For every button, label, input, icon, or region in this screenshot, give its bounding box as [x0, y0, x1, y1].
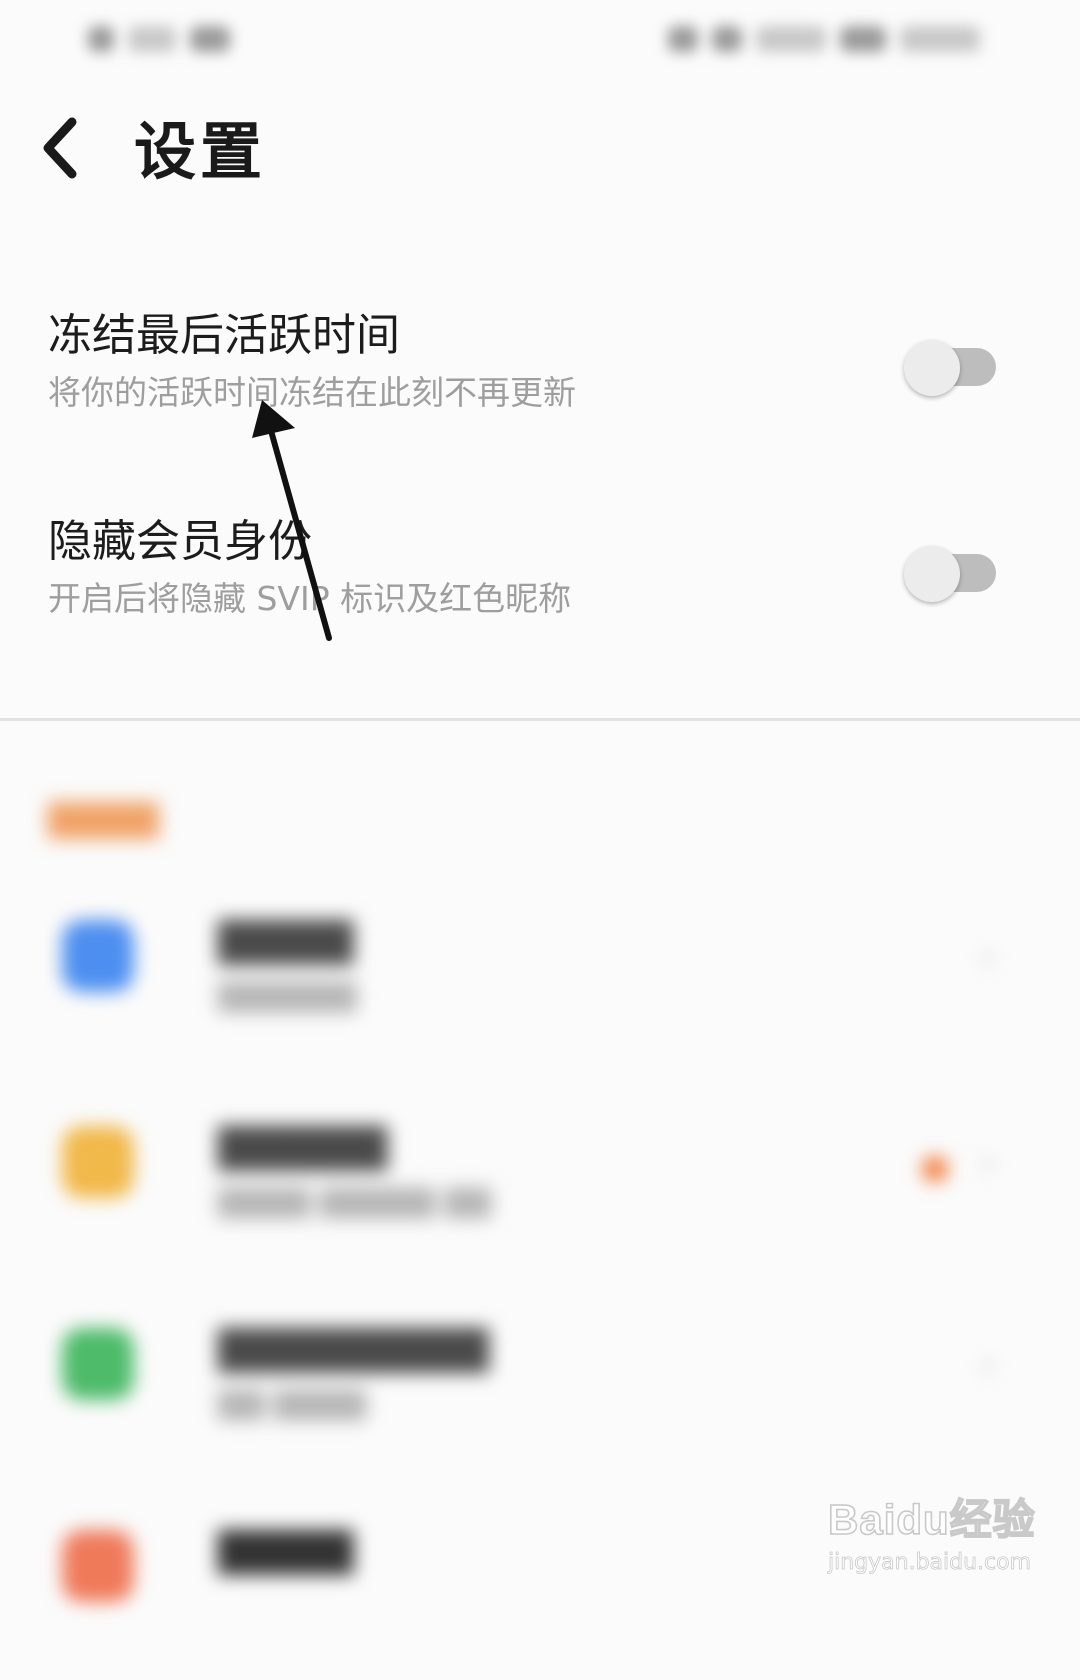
- hide-membership-toggle[interactable]: [904, 546, 998, 602]
- battery-icon: [840, 26, 886, 52]
- list-item-subtitle: ▇▇ ▇▇▇▇: [218, 1386, 366, 1421]
- eye-icon: [190, 26, 230, 52]
- sim-icon: [88, 26, 114, 52]
- back-button[interactable]: [36, 114, 106, 184]
- chevron-right-icon: ›: [980, 1342, 996, 1388]
- clock: [900, 26, 980, 52]
- setting-row-hide-membership[interactable]: 隐藏会员身份 开启后将隐藏 SVIP 标识及红色昵称: [0, 512, 1080, 662]
- list-item-subtitle: ▇▇▇▇ ▇▇▇▇▇ ▇▇: [218, 1184, 491, 1219]
- app-icon: [62, 920, 134, 992]
- setting-title: 隐藏会员身份: [48, 516, 312, 567]
- chevron-right-icon: ›: [980, 934, 996, 980]
- nfc-icon: [128, 26, 176, 52]
- app-icon: [62, 1126, 134, 1198]
- notification-dot: [922, 1156, 948, 1182]
- baidu-watermark: Baidu经验 jingyan.baidu.com: [827, 1480, 1035, 1590]
- list-item[interactable]: ▇▇▇▇▇ ▇▇▇▇ ▇▇▇▇▇ ▇▇ ›: [0, 1120, 1080, 1276]
- toggle-knob: [904, 340, 960, 396]
- section-label: ▇▇▇▇: [48, 798, 159, 839]
- setting-description: 开启后将隐藏 SVIP 标识及红色昵称: [48, 579, 572, 618]
- list-item[interactable]: ▇▇▇▇▇▇▇▇ ▇▇ ▇▇▇▇ ›: [0, 1322, 1080, 1478]
- watermark-brand: Baidu经验: [827, 1495, 1036, 1544]
- page-title: 设置: [134, 115, 267, 188]
- list-item-title: ▇▇▇▇▇: [218, 1120, 388, 1171]
- blurred-settings-list: ▇▇▇▇ ▇▇▇▇ ▇▇▇▇▇▇ › ▇▇▇▇▇ ▇▇▇▇ ▇▇▇▇▇ ▇▇ ›…: [0, 730, 1080, 1602]
- list-item-title: ▇▇▇▇▇▇▇▇: [218, 1322, 489, 1373]
- wifi-icon: [712, 26, 742, 52]
- signal-icon: [668, 26, 698, 52]
- toggle-knob: [904, 546, 960, 602]
- status-bar: [0, 0, 1080, 80]
- section-divider: [0, 718, 1080, 721]
- setting-row-freeze-active-time[interactable]: 冻结最后活跃时间 将你的活跃时间冻结在此刻不再更新: [0, 306, 1080, 456]
- list-item-subtitle: ▇▇▇▇▇▇: [218, 978, 357, 1013]
- watermark-url: jingyan.baidu.com: [828, 1550, 1032, 1576]
- chevron-right-icon: ›: [980, 1140, 996, 1186]
- freeze-active-time-toggle[interactable]: [904, 340, 998, 396]
- network-speed: [756, 26, 826, 52]
- app-header: 设置: [0, 100, 1080, 210]
- status-bar-left-icons: [88, 26, 230, 52]
- setting-description: 将你的活跃时间冻结在此刻不再更新: [48, 373, 576, 412]
- chevron-left-icon: [43, 117, 77, 179]
- list-item-title: ▇▇▇▇: [218, 1524, 354, 1575]
- app-icon: [62, 1328, 134, 1400]
- list-item[interactable]: ▇▇▇▇ ▇▇▇▇▇▇ ›: [0, 914, 1080, 1070]
- list-item-title: ▇▇▇▇: [218, 914, 354, 965]
- app-icon: [62, 1530, 134, 1602]
- setting-title: 冻结最后活跃时间: [48, 310, 400, 361]
- status-bar-right-icons: [668, 26, 980, 52]
